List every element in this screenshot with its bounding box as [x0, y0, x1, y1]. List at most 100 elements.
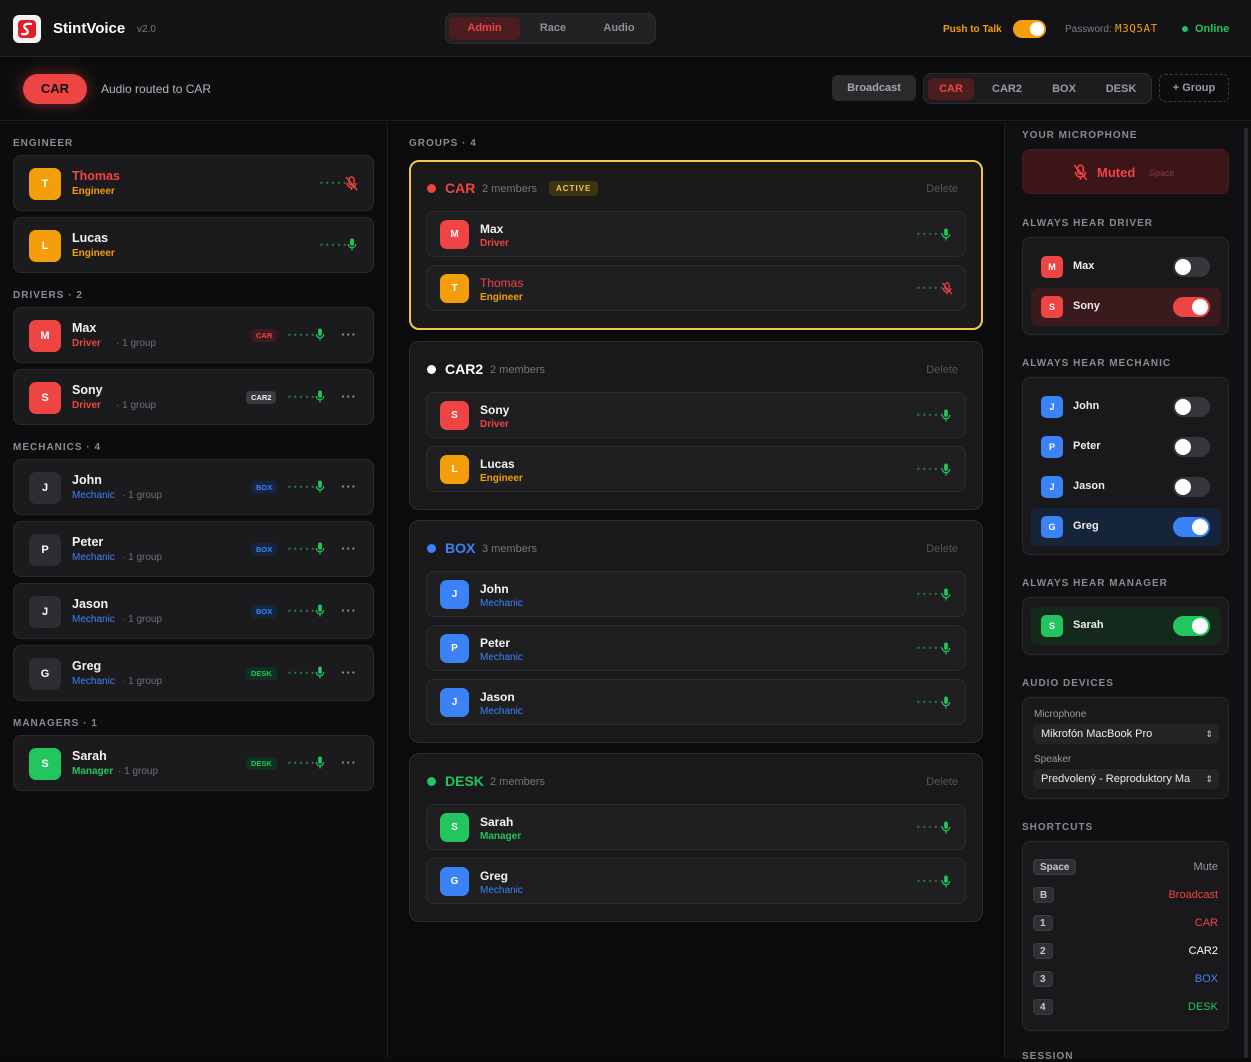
current-group-button[interactable]: CAR: [23, 74, 87, 104]
always-hear-toggle-sony[interactable]: [1173, 297, 1210, 317]
group-card-car2[interactable]: CAR2 2 members Delete S Sony Driver ••••…: [409, 341, 983, 510]
avatar: M: [1041, 256, 1063, 278]
always-hear-row-sony: S Sony: [1031, 288, 1221, 326]
session-heading: SESSION: [1022, 1051, 1074, 1062]
always-hear-toggle-greg[interactable]: [1173, 517, 1210, 537]
mic-muted-icon[interactable]: [941, 282, 953, 295]
mic-icon[interactable]: [941, 696, 951, 709]
mic-icon[interactable]: [941, 409, 951, 422]
push-to-talk-toggle[interactable]: [1013, 20, 1046, 38]
always-hear-toggle-sarah[interactable]: [1173, 616, 1210, 636]
group-member-count: 3 members: [482, 543, 538, 555]
group-color-dot: [427, 777, 436, 786]
avatar: J: [440, 580, 469, 609]
mic-icon[interactable]: [315, 390, 325, 403]
user-card-lucas[interactable]: L Lucas Engineer •••••: [13, 217, 374, 273]
user-name: Max: [72, 321, 97, 335]
user-card-thomas[interactable]: T Thomas Engineer •••••: [13, 155, 374, 211]
more-options-button[interactable]: ···: [341, 389, 357, 404]
delete-group-button[interactable]: Delete: [926, 364, 958, 376]
user-card-sarah[interactable]: S Sarah Manager · 1 group DESK ••••• ···: [13, 735, 374, 791]
avatar: M: [440, 220, 469, 249]
user-card-jason[interactable]: J Jason Mechanic · 1 group BOX ••••• ···: [13, 583, 374, 639]
always-hear-toggle-max[interactable]: [1173, 257, 1210, 277]
mic-icon[interactable]: [347, 238, 357, 251]
user-group-count: · 1 group: [122, 614, 163, 625]
add-group-button[interactable]: + Group: [1159, 74, 1229, 102]
user-card-sony[interactable]: S Sony Driver · 1 group CAR2 ••••• ···: [13, 369, 374, 425]
group-member-lucas: L Lucas Engineer •••••: [426, 446, 966, 492]
tab-race[interactable]: Race: [520, 17, 586, 40]
mic-icon[interactable]: [315, 542, 325, 555]
member-role: Manager: [480, 831, 522, 842]
group-tab-car[interactable]: CAR: [928, 78, 974, 100]
mic-icon[interactable]: [315, 328, 325, 341]
group-member-count: 2 members: [482, 183, 538, 195]
user-group-count: · 1 group: [122, 676, 163, 687]
avatar: S: [1041, 615, 1063, 637]
audio-level-meter: •••••: [287, 393, 317, 402]
delete-group-button[interactable]: Delete: [926, 776, 958, 788]
group-tag: CAR2: [246, 391, 277, 404]
always-hear-name: John: [1073, 400, 1100, 412]
delete-group-button[interactable]: Delete: [926, 543, 958, 555]
broadcast-button[interactable]: Broadcast: [832, 75, 916, 101]
microphone-mute-button[interactable]: Muted Space: [1022, 149, 1229, 194]
mic-icon[interactable]: [315, 604, 325, 617]
group-card-box[interactable]: BOX 3 members Delete J John Mechanic •••…: [409, 520, 983, 743]
avatar: L: [440, 455, 469, 484]
member-name: John: [480, 582, 509, 596]
group-tab-box[interactable]: BOX: [1040, 78, 1088, 100]
tab-audio[interactable]: Audio: [586, 17, 652, 40]
shortcut-key: 2: [1033, 943, 1053, 959]
mic-muted-icon: [1073, 164, 1088, 181]
microphone-select[interactable]: Mikrofón MacBook Pro ⇕: [1033, 724, 1219, 744]
user-name: Jason: [72, 597, 109, 611]
app-version: v2.0: [137, 24, 156, 35]
delete-group-button[interactable]: Delete: [926, 183, 958, 195]
user-name: Sarah: [72, 749, 107, 763]
more-options-button[interactable]: ···: [341, 603, 357, 618]
user-role: Engineer: [72, 248, 115, 259]
member-role: Mechanic: [480, 652, 523, 663]
group-member-sony: S Sony Driver •••••: [426, 392, 966, 438]
app-name: StintVoice: [53, 20, 126, 37]
more-options-button[interactable]: ···: [341, 541, 357, 556]
mic-icon[interactable]: [315, 666, 325, 679]
settings-scrollbar[interactable]: [1244, 128, 1248, 1058]
user-card-greg[interactable]: G Greg Mechanic · 1 group DESK ••••• ···: [13, 645, 374, 701]
always-hear-toggle-peter[interactable]: [1173, 437, 1210, 457]
user-card-max[interactable]: M Max Driver · 1 group CAR ••••• ···: [13, 307, 374, 363]
mic-icon[interactable]: [941, 821, 951, 834]
mic-icon[interactable]: [941, 642, 951, 655]
more-options-button[interactable]: ···: [341, 479, 357, 494]
mic-icon[interactable]: [315, 756, 325, 769]
user-card-peter[interactable]: P Peter Mechanic · 1 group BOX ••••• ···: [13, 521, 374, 577]
avatar: S: [1041, 296, 1063, 318]
member-role: Engineer: [480, 473, 523, 484]
group-card-desk[interactable]: DESK 2 members Delete S Sarah Manager ••…: [409, 753, 983, 922]
group-tab-car2[interactable]: CAR2: [982, 78, 1032, 100]
more-options-button[interactable]: ···: [341, 327, 357, 342]
user-card-john[interactable]: J John Mechanic · 1 group BOX ••••• ···: [13, 459, 374, 515]
tab-admin[interactable]: Admin: [449, 17, 520, 40]
more-options-button[interactable]: ···: [341, 755, 357, 770]
group-tag: DESK: [246, 757, 277, 770]
always-hear-toggle-john[interactable]: [1173, 397, 1210, 417]
more-options-button[interactable]: ···: [341, 665, 357, 680]
mic-muted-icon[interactable]: [345, 176, 358, 191]
mic-icon[interactable]: [941, 228, 951, 241]
audio-level-meter: •••••: [287, 483, 317, 492]
group-tag: BOX: [251, 605, 278, 618]
microphone-select-label: Microphone: [1034, 709, 1087, 720]
group-card-car[interactable]: CAR 2 members ACTIVE Delete M Max Driver…: [409, 160, 983, 330]
mic-icon[interactable]: [941, 875, 951, 888]
mic-icon[interactable]: [941, 588, 951, 601]
always-hear-toggle-jason[interactable]: [1173, 477, 1210, 497]
user-group-count: · 1 group: [122, 552, 163, 563]
routing-status: Audio routed to CAR: [101, 82, 212, 96]
mic-icon[interactable]: [941, 463, 951, 476]
speaker-select[interactable]: Predvolený - Reproduktory Ma ⇕: [1033, 769, 1219, 789]
group-tab-desk[interactable]: DESK: [1096, 78, 1146, 100]
mic-icon[interactable]: [315, 480, 325, 493]
